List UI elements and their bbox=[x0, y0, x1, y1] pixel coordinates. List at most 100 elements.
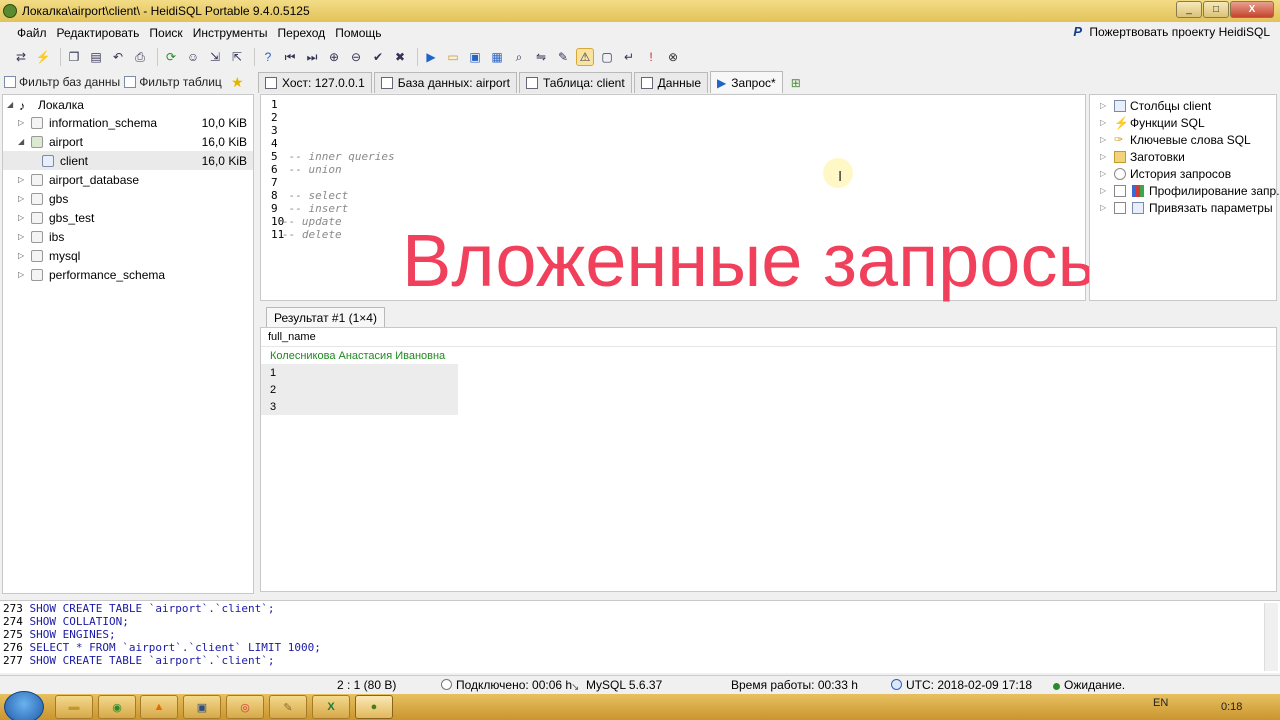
collapse-arrow-icon[interactable]: ◢ bbox=[18, 137, 24, 146]
collapse-arrow-icon[interactable]: ◢ bbox=[7, 100, 13, 109]
copy-icon[interactable]: ❐ bbox=[65, 48, 83, 66]
expand-arrow-icon[interactable]: ▷ bbox=[18, 194, 24, 203]
minimize-button[interactable]: _ bbox=[1176, 1, 1202, 18]
add-icon[interactable]: ⊕ bbox=[325, 48, 343, 66]
donate-link[interactable]: P Пожертвовать проекту HeidiSQL bbox=[1073, 25, 1270, 40]
tree-item-gbs-test[interactable]: ▷ gbs_test bbox=[3, 208, 253, 227]
helper-keywords[interactable]: ▷ ✑ Ключевые слова SQL bbox=[1090, 131, 1276, 148]
heidisql-app-icon[interactable] bbox=[3, 4, 17, 18]
tree-item-mysql[interactable]: ▷ mysql bbox=[3, 246, 253, 265]
refresh-icon[interactable]: ⟳ bbox=[162, 48, 180, 66]
helper-profiling[interactable]: ▷ Профилирование запр... bbox=[1090, 182, 1280, 199]
result-tab[interactable]: Результат #1 (1×4) bbox=[266, 307, 385, 327]
column-header[interactable]: full_name bbox=[261, 328, 1276, 347]
table-row[interactable]: 2 bbox=[261, 381, 458, 398]
language-indicator[interactable]: EN bbox=[1153, 697, 1168, 709]
tree-item-information-schema[interactable]: ▷ information_schema 10,0 KiB bbox=[3, 113, 253, 132]
clear-icon[interactable]: ▢ bbox=[598, 48, 616, 66]
info-icon[interactable]: ! bbox=[642, 48, 660, 66]
expand-arrow-icon[interactable]: ▷ bbox=[1100, 152, 1106, 161]
helper-history[interactable]: ▷ История запросов bbox=[1090, 165, 1276, 182]
replace-icon[interactable]: ⇋ bbox=[532, 48, 550, 66]
start-button[interactable] bbox=[4, 691, 44, 720]
users-icon[interactable]: ☺ bbox=[184, 48, 202, 66]
screen-recorder-taskbar-button[interactable]: ◉ bbox=[98, 695, 136, 719]
paste-icon[interactable]: ▤ bbox=[87, 48, 105, 66]
tab-database[interactable]: База данных: airport bbox=[373, 72, 517, 93]
tree-item-airport[interactable]: ◢ airport 16,0 KiB bbox=[3, 132, 253, 151]
expand-arrow-icon[interactable]: ▷ bbox=[18, 175, 24, 184]
expand-arrow-icon[interactable]: ▷ bbox=[18, 118, 24, 127]
menu-edit[interactable]: Редактировать bbox=[52, 26, 145, 40]
menu-tools[interactable]: Инструменты bbox=[188, 26, 273, 40]
last-icon[interactable]: ⏭ bbox=[303, 48, 321, 66]
export-icon[interactable]: ⇱ bbox=[228, 48, 246, 66]
bind-params-checkbox[interactable] bbox=[1114, 201, 1126, 214]
result-grid[interactable]: full_name Колесникова Анастасия Ивановна… bbox=[260, 327, 1277, 592]
disconnect-icon[interactable]: ⚡ bbox=[34, 48, 52, 66]
expand-arrow-icon[interactable]: ▷ bbox=[1100, 169, 1106, 178]
import-icon[interactable]: ⇲ bbox=[206, 48, 224, 66]
table-filter[interactable]: Фильтр таблиц bbox=[124, 75, 222, 89]
tree-item-gbs[interactable]: ▷ gbs bbox=[3, 189, 253, 208]
remove-icon[interactable]: ⊖ bbox=[347, 48, 365, 66]
open-icon[interactable]: ▭ bbox=[444, 48, 462, 66]
heidisql-taskbar-button[interactable]: ● bbox=[355, 695, 393, 719]
tree-item-ibs[interactable]: ▷ ibs bbox=[3, 227, 253, 246]
helper-functions[interactable]: ▷ ⚡ Функции SQL bbox=[1090, 114, 1276, 131]
clock[interactable]: 0:18 bbox=[1221, 701, 1242, 713]
cancel-icon[interactable]: ✖ bbox=[391, 48, 409, 66]
helper-bind-params[interactable]: ▷ Привязать параметры bbox=[1090, 199, 1276, 216]
favorites-star-icon[interactable]: ★ bbox=[231, 74, 244, 91]
excel-taskbar-button[interactable]: X bbox=[312, 695, 350, 719]
expand-arrow-icon[interactable]: ▷ bbox=[1100, 135, 1106, 144]
undo-icon[interactable]: ↶ bbox=[109, 48, 127, 66]
tree-item-performance-schema[interactable]: ▷ performance_schema bbox=[3, 265, 253, 284]
app-taskbar-button[interactable]: ▣ bbox=[183, 695, 221, 719]
tab-data[interactable]: Данные bbox=[633, 72, 709, 93]
log-scrollbar[interactable] bbox=[1264, 603, 1278, 671]
help-icon[interactable]: ? bbox=[259, 48, 277, 66]
helper-columns[interactable]: ▷ Столбцы client bbox=[1090, 97, 1276, 114]
expand-arrow-icon[interactable]: ▷ bbox=[1100, 203, 1106, 212]
tab-host[interactable]: Хост: 127.0.0.1 bbox=[258, 72, 372, 93]
run-icon[interactable]: ▶ bbox=[422, 48, 440, 66]
chrome-taskbar-button[interactable]: ◎ bbox=[226, 695, 264, 719]
table-row[interactable]: 1 bbox=[261, 364, 458, 381]
table-row[interactable]: 3 bbox=[261, 398, 458, 415]
expand-arrow-icon[interactable]: ▷ bbox=[18, 251, 24, 260]
menu-goto[interactable]: Переход bbox=[273, 26, 331, 40]
tree-item-client[interactable]: client 16,0 KiB bbox=[3, 151, 253, 170]
close-button[interactable]: X bbox=[1230, 1, 1274, 18]
connect-icon[interactable]: ⇄ bbox=[12, 48, 30, 66]
expand-arrow-icon[interactable]: ▷ bbox=[18, 232, 24, 241]
profiling-checkbox[interactable] bbox=[1114, 184, 1126, 197]
maximize-button[interactable]: □ bbox=[1203, 1, 1229, 18]
table-row[interactable]: Колесникова Анастасия Ивановна bbox=[261, 347, 661, 364]
print-icon[interactable]: ⎙ bbox=[131, 48, 149, 66]
sql-log[interactable]: 273 SHOW CREATE TABLE `airport`.`client`… bbox=[0, 600, 1280, 673]
save-as-icon[interactable]: ▦ bbox=[488, 48, 506, 66]
explorer-taskbar-button[interactable]: ▬ bbox=[55, 695, 93, 719]
expand-arrow-icon[interactable]: ▷ bbox=[1100, 101, 1106, 110]
edit-icon[interactable]: ✎ bbox=[554, 48, 572, 66]
ok-icon[interactable]: ✔ bbox=[369, 48, 387, 66]
tree-item-airport-database[interactable]: ▷ airport_database bbox=[3, 170, 253, 189]
save-icon[interactable]: ▣ bbox=[466, 48, 484, 66]
first-icon[interactable]: ⏮ bbox=[281, 48, 299, 66]
menu-file[interactable]: Файл bbox=[12, 26, 52, 40]
stop-icon[interactable]: ⊗ bbox=[664, 48, 682, 66]
find-icon[interactable]: ⌕ bbox=[510, 48, 528, 66]
tab-query[interactable]: ▶ Запрос* bbox=[710, 71, 783, 93]
expand-arrow-icon[interactable]: ▷ bbox=[18, 213, 24, 222]
vlc-taskbar-button[interactable]: ▲ bbox=[140, 695, 178, 719]
tree-root[interactable]: ◢ ♪ Локалка bbox=[3, 95, 253, 114]
warning-icon[interactable]: ⚠ bbox=[576, 48, 594, 66]
expand-arrow-icon[interactable]: ▷ bbox=[1100, 118, 1106, 127]
menu-help[interactable]: Помощь bbox=[330, 26, 386, 40]
tab-table[interactable]: Таблица: client bbox=[518, 72, 632, 93]
expand-arrow-icon[interactable]: ▷ bbox=[1100, 186, 1106, 195]
new-query-tab-button[interactable]: ⊞ bbox=[785, 72, 805, 93]
db-filter[interactable]: Фильтр баз данны bbox=[4, 75, 120, 89]
wrap-icon[interactable]: ↵ bbox=[620, 48, 638, 66]
